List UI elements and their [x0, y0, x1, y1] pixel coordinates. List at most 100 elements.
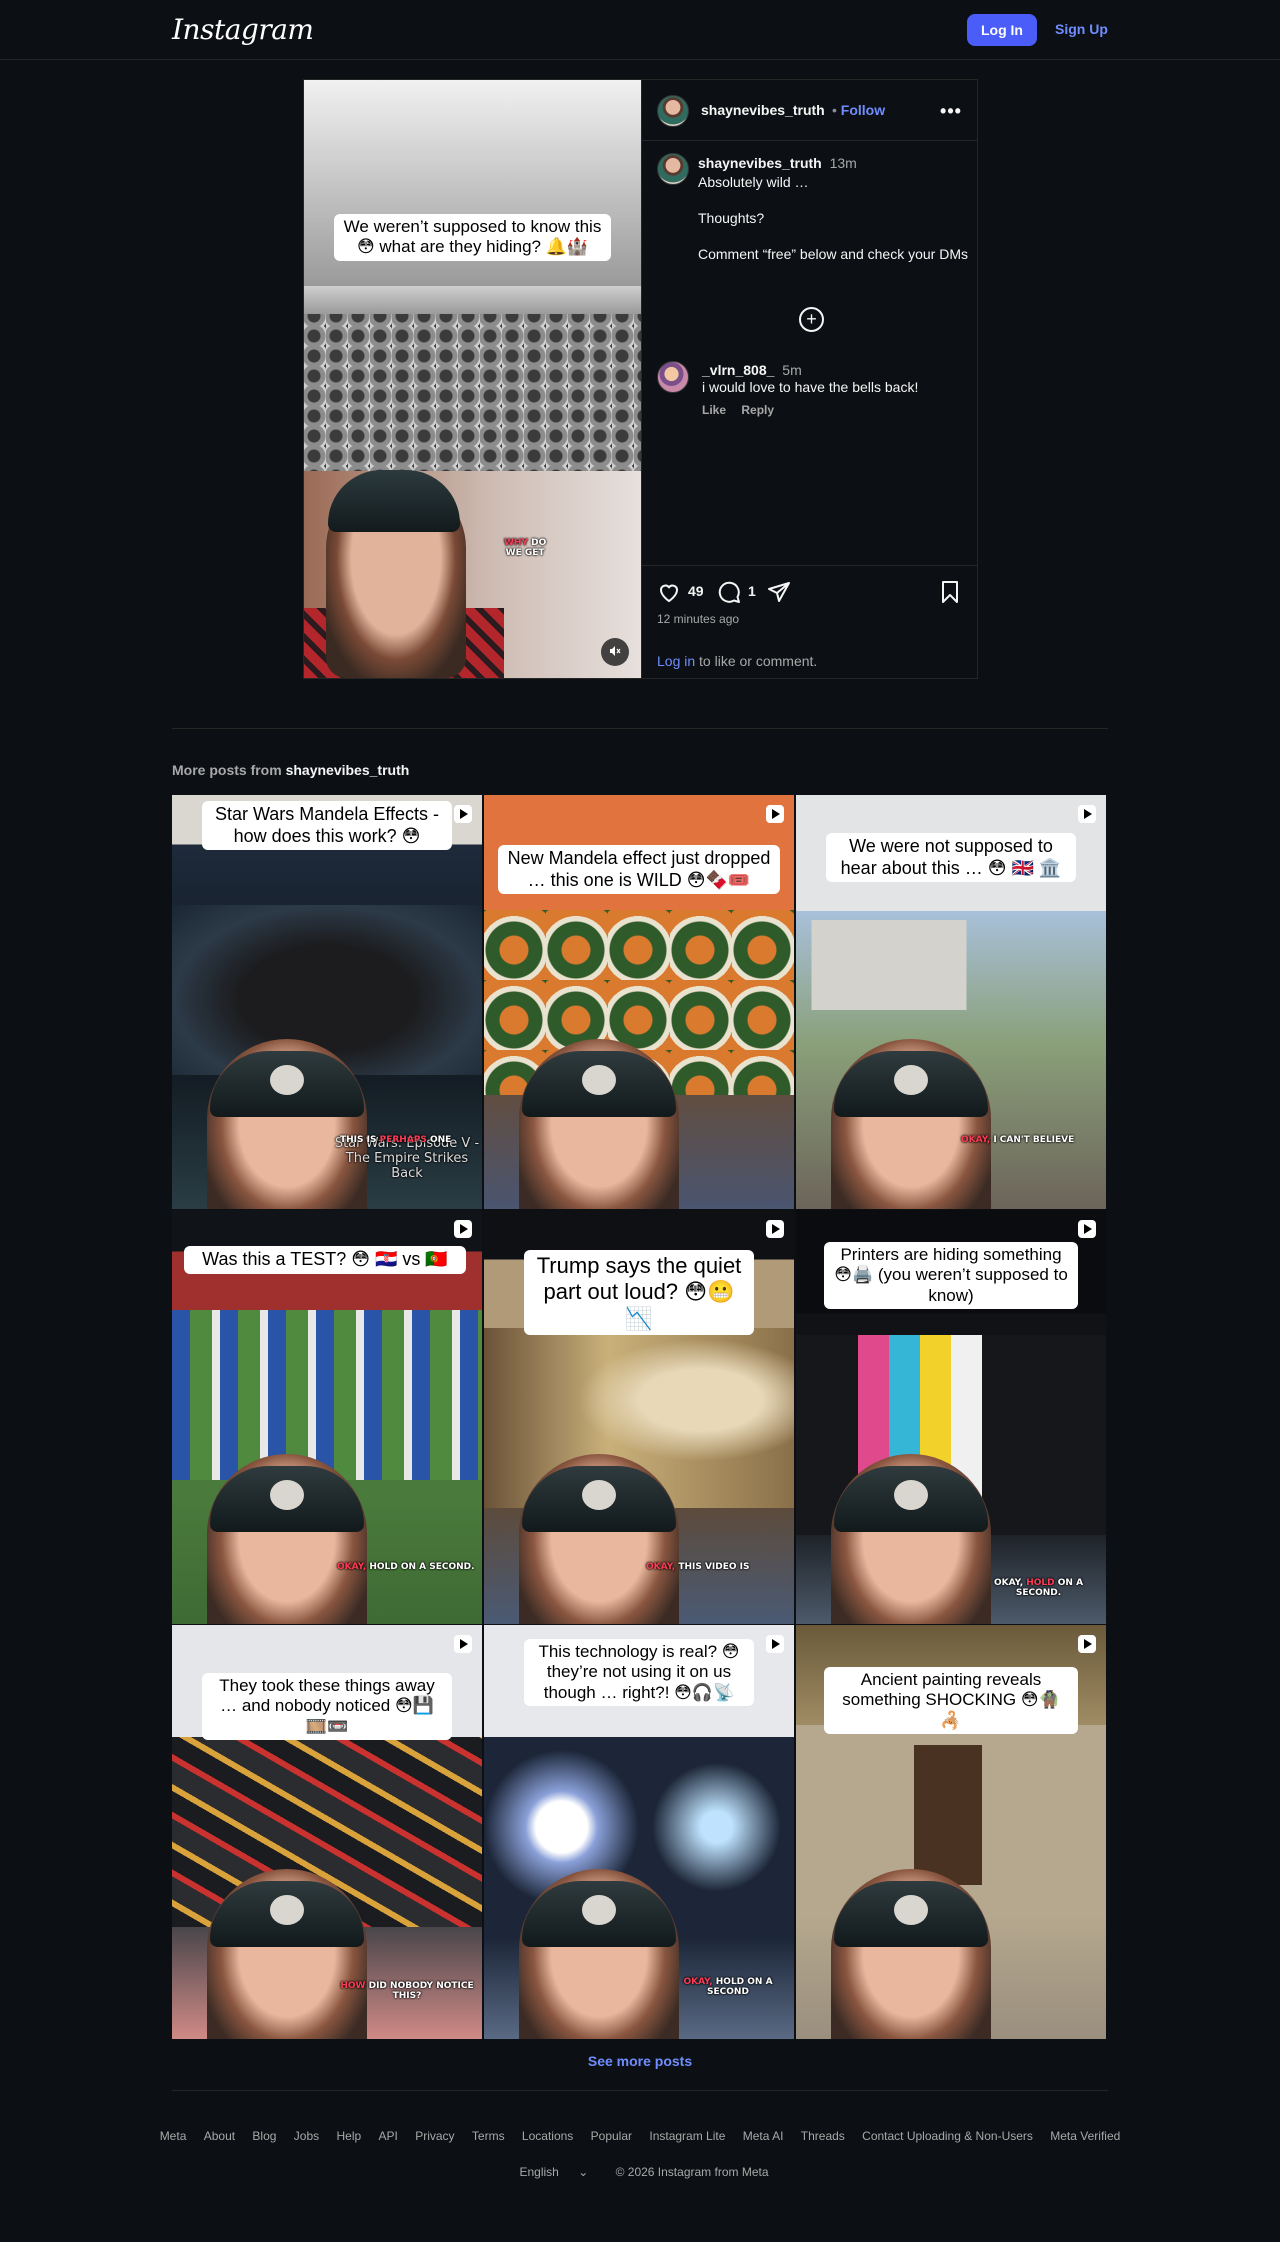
comment-like-button[interactable]: Like: [702, 403, 726, 417]
footer-link-threads[interactable]: Threads: [801, 2129, 845, 2143]
tile-caption: This technology is real? 😳 they’re not u…: [524, 1639, 754, 1707]
comment-username-text[interactable]: _vlrn_808_: [702, 362, 774, 378]
more-options-icon[interactable]: •••: [938, 98, 964, 124]
footer-link-about[interactable]: About: [204, 2129, 235, 2143]
reel-icon: [766, 1635, 784, 1653]
comment-text: i would love to have the bells back!: [702, 379, 919, 395]
grid-post[interactable]: We were not supposed to hear about this …: [796, 795, 1106, 1209]
footer-link-api[interactable]: API: [379, 2129, 398, 2143]
subtitle-highlight: OKAY,: [337, 1562, 367, 1572]
tile-subtitle: OKAY, I CAN'T BELIEVE: [961, 1135, 1075, 1145]
tile-caption: Was this a TEST? 😳 🇭🇷 vs 🇵🇹: [184, 1246, 466, 1274]
comment-actions: Like Reply: [702, 403, 786, 417]
chevron-down-icon: ⌄: [578, 2165, 589, 2179]
divider: [172, 728, 1108, 729]
footer-divider: [172, 2090, 1108, 2091]
tile-caption: They took these things away … and nobody…: [202, 1673, 452, 1741]
grid-post[interactable]: Was this a TEST? 😳 🇭🇷 vs 🇵🇹 OKAY, HOLD O…: [172, 1210, 482, 1624]
like-count[interactable]: 49: [688, 583, 704, 599]
footer-link-help[interactable]: Help: [337, 2129, 362, 2143]
footer-links: Meta About Blog Jobs Help API Privacy Te…: [0, 2129, 1280, 2143]
comment-icon[interactable]: [717, 580, 741, 604]
subtitle-highlight: HOLD: [1026, 1578, 1055, 1588]
church-door-image: [796, 1745, 1106, 1885]
comment-count[interactable]: 1: [748, 583, 756, 599]
footer-link-blog[interactable]: Blog: [252, 2129, 276, 2143]
tile-subtitle: OKAY, HOLD ON A SECOND.: [337, 1562, 475, 1572]
tile-subtitle: THIS IS PERHAPS ONE: [340, 1135, 452, 1145]
commenter-avatar[interactable]: [657, 361, 689, 393]
comment-time: 5m: [782, 362, 802, 378]
post-header: shaynevibes_truth • Follow •••: [642, 80, 978, 141]
video-caption: We weren’t supposed to know this 😳 what …: [334, 214, 611, 261]
grid-post[interactable]: This technology is real? 😳 they’re not u…: [484, 1625, 794, 2039]
bookmark-icon[interactable]: [938, 580, 962, 604]
subtitle-white: DO: [531, 538, 547, 548]
grid-post[interactable]: Printers are hiding something 😳🖨️ (you w…: [796, 1210, 1106, 1624]
grid-post[interactable]: New Mandela effect just dropped … this o…: [484, 795, 794, 1209]
author-avatar[interactable]: [657, 95, 689, 127]
video-bridge: [304, 286, 641, 314]
comment-reply-button[interactable]: Reply: [741, 403, 774, 417]
footer-link-locations[interactable]: Locations: [522, 2129, 573, 2143]
tile-caption: Ancient painting reveals something SHOCK…: [824, 1667, 1078, 1735]
subtitle-highlight: OKAY,: [646, 1562, 676, 1572]
subtitle-highlight: OKAY,: [683, 1977, 713, 1987]
more-posts-username[interactable]: shaynevibes_truth: [286, 762, 410, 778]
grid-post[interactable]: Trump says the quiet part out loud? 😳😬📉 …: [484, 1210, 794, 1624]
share-icon[interactable]: [767, 580, 791, 604]
footer-bottom: English ⌄ © 2026 Instagram from Meta: [0, 2165, 1280, 2179]
caption-text: Absolutely wild … Thoughts? Comment “fre…: [698, 174, 968, 262]
tile-caption: New Mandela effect just dropped … this o…: [498, 845, 780, 895]
load-more-comments-icon[interactable]: +: [799, 307, 824, 332]
reel-icon: [766, 1220, 784, 1238]
language-label[interactable]: English: [519, 2165, 558, 2179]
reel-icon: [1078, 805, 1096, 823]
post-timestamp: 12 minutes ago: [657, 612, 740, 626]
footer-link-popular[interactable]: Popular: [591, 2129, 632, 2143]
footer-link-jobs[interactable]: Jobs: [294, 2129, 319, 2143]
language-selector[interactable]: English ⌄: [511, 2165, 596, 2179]
footer-link-meta-ai[interactable]: Meta AI: [743, 2129, 784, 2143]
instagram-logo[interactable]: Instagram: [172, 13, 314, 46]
footer-link-instagram-lite[interactable]: Instagram Lite: [649, 2129, 725, 2143]
login-link[interactable]: Log in: [657, 653, 695, 669]
comment-username[interactable]: _vlrn_808_ 5m: [702, 362, 802, 378]
follow-link[interactable]: Follow: [841, 102, 885, 118]
signup-link[interactable]: Sign Up: [1055, 21, 1108, 37]
login-button[interactable]: Log In: [967, 14, 1037, 46]
more-posts-heading: More posts from shaynevibes_truth: [172, 762, 409, 778]
see-more-posts-link[interactable]: See more posts: [0, 2053, 1280, 2069]
grid-post[interactable]: Ancient painting reveals something SHOCK…: [796, 1625, 1106, 2039]
footer-link-meta-verified[interactable]: Meta Verified: [1050, 2129, 1120, 2143]
heart-icon[interactable]: [657, 580, 681, 604]
tile-caption: Printers are hiding something 😳🖨️ (you w…: [824, 1242, 1078, 1310]
post-card: We weren’t supposed to know this 😳 what …: [303, 79, 978, 679]
caption-avatar[interactable]: [657, 153, 689, 185]
grid-post[interactable]: They took these things away … and nobody…: [172, 1625, 482, 2039]
reel-icon: [1078, 1220, 1096, 1238]
subtitle-red: WHY: [504, 538, 528, 548]
footer-link-meta[interactable]: Meta: [160, 2129, 187, 2143]
footer-link-contact-uploading[interactable]: Contact Uploading & Non-Users: [862, 2129, 1033, 2143]
follow-button[interactable]: • Follow: [832, 102, 885, 118]
video-subtitle: WHY DO WE GET: [504, 538, 546, 559]
footer-link-terms[interactable]: Terms: [472, 2129, 505, 2143]
reel-icon: [454, 1220, 472, 1238]
copyright: © 2026 Instagram from Meta: [615, 2165, 769, 2179]
footer-link-privacy[interactable]: Privacy: [415, 2129, 454, 2143]
caption-username-text[interactable]: shaynevibes_truth: [698, 155, 822, 171]
tile-subtitle: OKAY, HOLD ON A SECOND.: [993, 1578, 1084, 1599]
subtitle-highlight: PERHAPS: [379, 1135, 427, 1145]
post-video[interactable]: We weren’t supposed to know this 😳 what …: [304, 80, 641, 678]
caption-username[interactable]: shaynevibes_truth 13m: [698, 155, 857, 171]
reel-icon: [454, 805, 472, 823]
caption-time: 13m: [829, 155, 857, 171]
grid-post[interactable]: Star Wars Mandela Effects - how does thi…: [172, 795, 482, 1209]
speaker-muted-icon: [610, 645, 621, 656]
author-username[interactable]: shaynevibes_truth: [701, 102, 825, 118]
mute-icon[interactable]: [601, 638, 629, 666]
reel-icon: [1078, 1635, 1096, 1653]
post-sidebar: shaynevibes_truth • Follow ••• shaynevib…: [641, 80, 978, 678]
tile-subtitle: OKAY, THIS VIDEO IS: [646, 1562, 750, 1572]
